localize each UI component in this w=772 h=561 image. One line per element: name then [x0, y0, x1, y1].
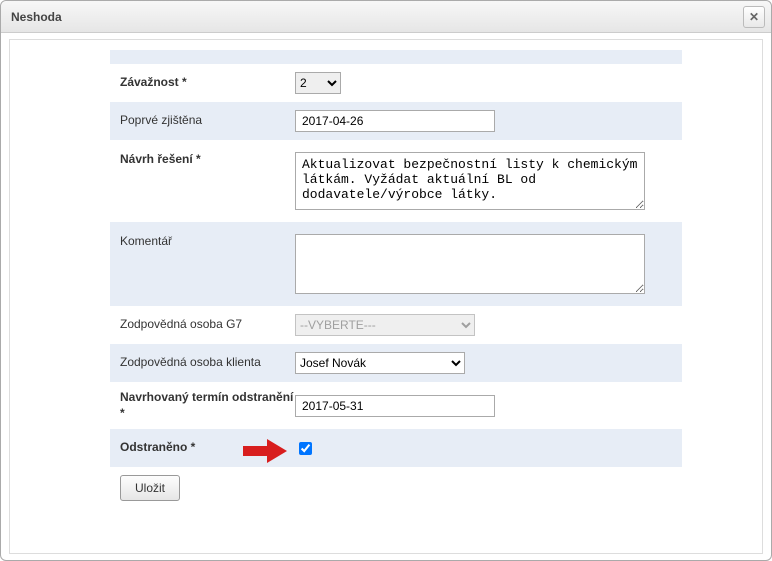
- severity-select[interactable]: 2: [295, 72, 341, 94]
- row-first-found: Poprvé zjištěna: [110, 102, 682, 140]
- dialog-header: Neshoda ✕: [1, 1, 771, 33]
- resp-g7-select: --VYBERTE---: [295, 314, 475, 336]
- label-comment: Komentář: [120, 234, 295, 250]
- removed-checkbox[interactable]: [299, 442, 312, 455]
- save-button[interactable]: Uložit: [120, 475, 180, 501]
- row-proposal: Návrh řešení *: [110, 140, 682, 222]
- due-date-input[interactable]: [295, 395, 495, 417]
- label-resp-g7: Zodpovědná osoba G7: [120, 317, 295, 333]
- form: Závažnost * 2 Poprvé zjištěna: [10, 40, 762, 529]
- label-proposal: Návrh řešení *: [120, 152, 295, 168]
- scroll-area[interactable]: Závažnost * 2 Poprvé zjištěna: [9, 39, 763, 554]
- row-submit: Uložit: [110, 467, 682, 509]
- resp-client-select[interactable]: Josef Novák: [295, 352, 465, 374]
- row-resp-g7: Zodpovědná osoba G7 --VYBERTE---: [110, 306, 682, 344]
- first-found-input[interactable]: [295, 110, 495, 132]
- cutoff-row-strip: [110, 50, 682, 64]
- row-due-date: Navrhovaný termín odstranění *: [110, 382, 682, 429]
- comment-textarea[interactable]: [295, 234, 645, 294]
- label-severity: Závažnost *: [120, 75, 295, 91]
- dialog-body: Závažnost * 2 Poprvé zjištěna: [1, 33, 771, 560]
- row-removed: Odstraněno *: [110, 429, 682, 467]
- row-resp-client: Zodpovědná osoba klienta Josef Novák: [110, 344, 682, 382]
- proposal-textarea[interactable]: [295, 152, 645, 210]
- dialog-window: Neshoda ✕ Závažnost * 2: [0, 0, 772, 561]
- label-first-found: Poprvé zjištěna: [120, 113, 295, 129]
- arrow-right-icon: [243, 439, 287, 466]
- label-resp-client: Zodpovědná osoba klienta: [120, 355, 295, 371]
- label-due-date: Navrhovaný termín odstranění *: [120, 390, 295, 421]
- row-severity: Závažnost * 2: [110, 64, 682, 102]
- dialog-title: Neshoda: [11, 10, 62, 24]
- close-icon: ✕: [749, 10, 759, 24]
- row-comment: Komentář: [110, 222, 682, 306]
- close-button[interactable]: ✕: [743, 6, 765, 28]
